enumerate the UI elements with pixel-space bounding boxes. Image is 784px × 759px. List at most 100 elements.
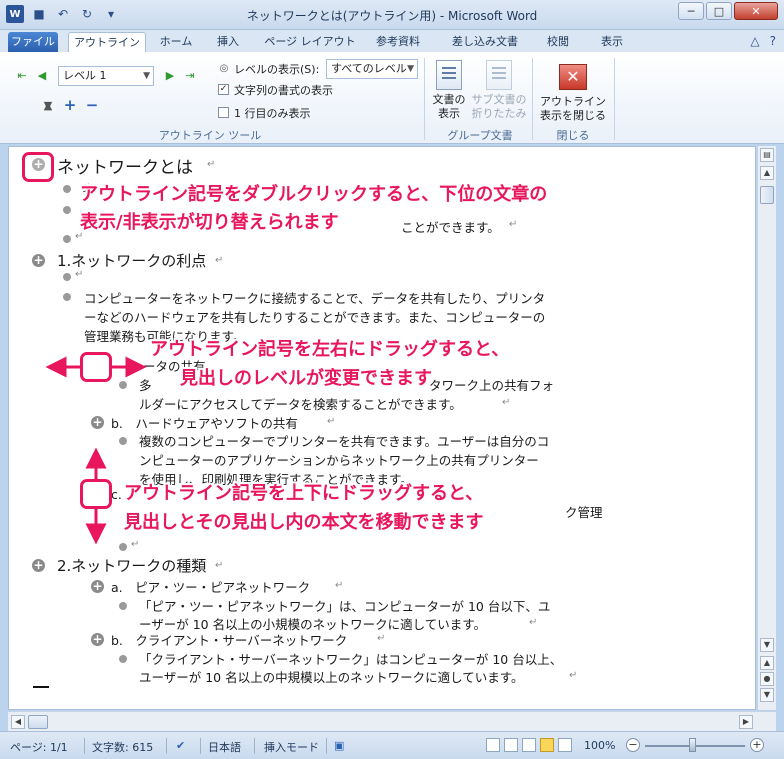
previous-page-icon[interactable]: ▲: [760, 656, 774, 670]
language[interactable]: 日本語: [208, 739, 241, 755]
vertical-scroll-thumb[interactable]: [760, 186, 774, 204]
callout-1-line1: アウトライン記号をダブルクリックすると、下位の文章の: [80, 184, 548, 205]
paragraph-mark: ↵: [75, 269, 84, 280]
move-down-icon[interactable]: ▼: [40, 97, 56, 113]
expand-icon[interactable]: +: [62, 96, 78, 114]
master-document-group-label: グループ文書: [447, 129, 513, 142]
body-bullet[interactable]: [63, 206, 71, 214]
status-bar: ページ: 1/1 文字数: 615 ✔ 日本語 挿入モード ▣ 100% − +: [0, 731, 784, 759]
body-bullet[interactable]: [119, 655, 127, 663]
collapse-ribbon-icon[interactable]: △: [750, 34, 759, 48]
scroll-down-icon[interactable]: ▼: [760, 638, 774, 652]
outline-view-icon[interactable]: [540, 738, 554, 752]
outline-level-dropdown[interactable]: レベル 1 ▼: [58, 66, 154, 86]
outline-expand-symbol-sub2-b[interactable]: +: [91, 633, 104, 646]
body-bullet[interactable]: [63, 293, 71, 301]
horizontal-scrollbar[interactable]: ◀ ▶: [8, 711, 776, 731]
highlight-box-1: [22, 152, 54, 182]
collapse-subdocuments-button[interactable]: サブ文書の 折りたたみ: [470, 54, 528, 121]
window-title: ネットワークとは(アウトライン用) - Microsoft Word: [246, 9, 538, 23]
paragraph-mark: ↵: [529, 617, 538, 628]
tab-view[interactable]: 表示: [592, 32, 632, 52]
para-c-fragment: ク管理: [565, 505, 603, 520]
highlight-box-3: [80, 479, 112, 509]
zoom-in-button[interactable]: +: [750, 738, 764, 752]
close-button[interactable]: ✕: [734, 2, 778, 20]
tab-references[interactable]: 参考資料: [368, 32, 428, 52]
maximize-button[interactable]: □: [706, 2, 732, 20]
para-b-line2: ンピューターのアプリケーションからネットワーク上の共有プリンター: [139, 453, 539, 468]
section2-heading: 2.ネットワークの種類: [57, 557, 207, 575]
show-level-dropdown[interactable]: すべてのレベル ▼: [326, 59, 418, 79]
show-first-line-only-label: 1 行目のみ表示: [234, 107, 311, 120]
body-bullet[interactable]: [63, 273, 71, 281]
tab-outline[interactable]: アウトライン: [68, 32, 146, 52]
paragraph-mark: ↵: [335, 580, 344, 591]
collapse-icon[interactable]: −: [84, 96, 100, 114]
sub-b-heading: b. ハードウェアやソフトの共有: [111, 416, 298, 431]
zoom-slider-thumb[interactable]: [689, 738, 696, 752]
help-icon[interactable]: ?: [770, 34, 776, 48]
tab-mailings[interactable]: 差し込み文書: [446, 32, 524, 52]
move-up-arrow-icon[interactable]: [16, 97, 32, 113]
word-count[interactable]: 文字数: 615: [92, 739, 153, 755]
tab-review[interactable]: 校閲: [538, 32, 578, 52]
demote-to-body-icon[interactable]: ⇥: [182, 67, 198, 83]
tab-insert[interactable]: 挿入: [208, 32, 248, 52]
proofing-icon[interactable]: ✔: [176, 739, 185, 752]
outline-expand-symbol-sub-b[interactable]: +: [91, 416, 104, 429]
macro-recording-icon[interactable]: ▣: [334, 739, 344, 752]
full-screen-reading-view-icon[interactable]: [504, 738, 518, 752]
body-bullet[interactable]: [63, 185, 71, 193]
para2-a-line1: 「ピア・ツー・ピアネットワーク」は、コンピューターが 10 台以下、ユ: [139, 599, 551, 614]
collapse-subdocuments-icon: [486, 60, 512, 90]
body-bullet[interactable]: [119, 381, 127, 389]
para-b-line1: 複数のコンピューターでプリンターを共有できます。ユーザーは自分のコ: [139, 434, 550, 449]
outline-expand-symbol-sub2-a[interactable]: +: [91, 580, 104, 593]
tab-page-layout[interactable]: ページ レイアウト: [260, 32, 360, 52]
demote-icon[interactable]: ▶: [162, 67, 178, 83]
close-outline-view-button[interactable]: ✕ アウトライン 表示を閉じる: [538, 54, 608, 123]
page-count[interactable]: ページ: 1/1: [10, 739, 68, 755]
draft-view-icon[interactable]: [558, 738, 572, 752]
outline-expand-symbol-section1[interactable]: +: [32, 254, 45, 267]
minimize-button[interactable]: ─: [678, 2, 704, 20]
scroll-left-icon[interactable]: ◀: [11, 715, 25, 729]
insert-mode[interactable]: 挿入モード: [264, 739, 319, 755]
web-layout-view-icon[interactable]: [522, 738, 536, 752]
sub2-a-heading: a. ピア・ツー・ピアネットワーク: [111, 580, 311, 595]
highlight-box-2: [80, 352, 112, 382]
horizontal-scroll-thumb[interactable]: [28, 715, 48, 729]
tab-right-controls: △ ?: [750, 34, 776, 48]
browse-object-icon[interactable]: ●: [760, 672, 774, 686]
body-bullet[interactable]: [63, 235, 71, 243]
show-first-line-only-checkbox[interactable]: [218, 107, 229, 118]
next-page-icon[interactable]: ▼: [760, 688, 774, 702]
print-layout-view-icon[interactable]: [486, 738, 500, 752]
zoom-out-button[interactable]: −: [626, 738, 640, 752]
zoom-level[interactable]: 100%: [584, 739, 615, 752]
scroll-up-icon[interactable]: ▲: [760, 166, 774, 180]
outline-expand-symbol-section2[interactable]: +: [32, 559, 45, 572]
body-bullet[interactable]: [119, 543, 127, 551]
tab-file[interactable]: ファイル: [8, 32, 58, 52]
ruler-toggle-icon[interactable]: ▤: [760, 148, 774, 162]
chevron-down-icon: ▼: [143, 71, 150, 81]
callout-2-line1: アウトライン記号を左右にドラッグすると、: [150, 339, 510, 360]
tab-home[interactable]: ホーム: [152, 32, 200, 52]
scroll-right-icon[interactable]: ▶: [739, 715, 753, 729]
body-bullet[interactable]: [119, 602, 127, 610]
promote-icon[interactable]: ◀: [34, 67, 50, 83]
vertical-scrollbar[interactable]: ▤ ▲ ▼ ▲ ● ▼: [757, 146, 776, 710]
group-divider: [532, 58, 533, 140]
paragraph-mark: ↵: [327, 416, 336, 427]
promote-to-heading1-icon[interactable]: ⇤: [14, 67, 30, 83]
status-divider: [166, 738, 167, 754]
end-of-document-marker: [33, 686, 49, 688]
show-text-formatting-checkbox[interactable]: ✓: [218, 84, 229, 95]
show-level-value: すべてのレベル: [331, 62, 407, 75]
show-level-icon: ◎: [219, 62, 229, 74]
callout-3-line2: 見出しとその見出し内の本文を移動できます: [124, 512, 484, 533]
ribbon: ⇤ ◀ レベル 1 ▼ ▶ ⇥ ▲ ▼ + − ◎ レベルの表示(S): すべて…: [0, 52, 784, 144]
body-bullet[interactable]: [119, 437, 127, 445]
